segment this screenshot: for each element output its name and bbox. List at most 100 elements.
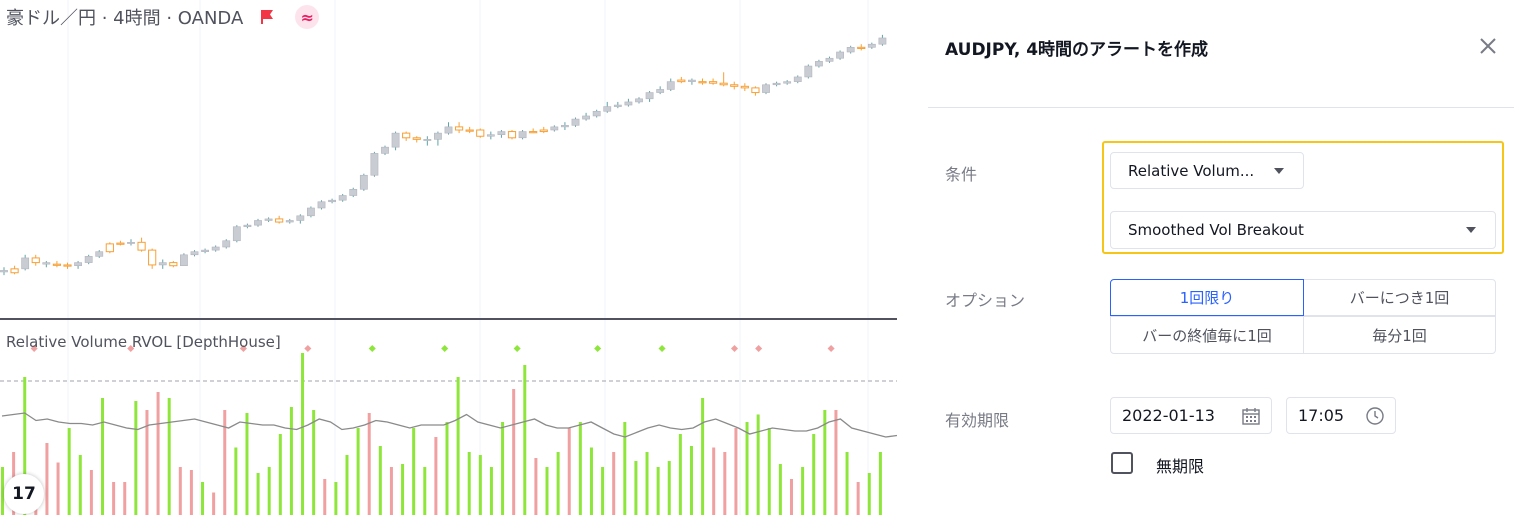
option-once-per-minute[interactable]: 毎分1回 xyxy=(1303,316,1496,354)
volume-bar xyxy=(334,482,338,515)
condition-indicator-value: Relative Volum... xyxy=(1128,161,1255,180)
volume-bar xyxy=(267,467,271,515)
candle-body xyxy=(254,220,262,226)
signal-dot xyxy=(594,344,602,353)
candle-body xyxy=(772,82,781,86)
signal-dot xyxy=(658,344,666,353)
volume-bar xyxy=(845,452,849,515)
volume-bar xyxy=(556,452,560,515)
dialog-title: AUDJPY, 4時間のアラートを作成 xyxy=(945,40,1209,60)
expiration-date-input[interactable] xyxy=(1122,406,1222,425)
volume-bar xyxy=(489,467,493,515)
volume-bar xyxy=(189,470,193,515)
volume-bar xyxy=(389,467,393,515)
candle-body xyxy=(21,257,30,270)
tradingview-logo[interactable]: 17 xyxy=(4,474,44,514)
candle-body xyxy=(158,262,167,266)
candle-body xyxy=(603,106,612,112)
candle-body xyxy=(582,115,590,120)
candle-body xyxy=(539,129,548,133)
condition-indicator-dropdown[interactable]: Relative Volum... xyxy=(1110,152,1304,189)
candle-body xyxy=(232,226,241,242)
volume-bar xyxy=(434,437,438,515)
volume-bar xyxy=(412,428,416,515)
flag-icon[interactable] xyxy=(259,9,275,25)
volume-bar xyxy=(423,467,427,515)
candle-body xyxy=(444,126,453,134)
symbol-legend[interactable]: 豪ドル／円 · 4時間 · OANDA ≈ xyxy=(6,4,320,30)
clock-icon[interactable] xyxy=(1365,406,1385,426)
condition-plot-dropdown[interactable]: Smoothed Vol Breakout xyxy=(1110,211,1496,249)
candle-body xyxy=(31,257,40,264)
volume-bar xyxy=(578,422,582,515)
volume-bar xyxy=(767,428,771,515)
option-once-per-bar-close[interactable]: バーの終値毎に1回 xyxy=(1110,316,1304,354)
no-expiration-checkbox[interactable] xyxy=(1111,452,1133,474)
expiration-time-field[interactable] xyxy=(1286,397,1396,434)
volume-bar xyxy=(467,452,471,515)
candle-body xyxy=(561,125,569,128)
candle-body xyxy=(307,207,315,217)
candle-body xyxy=(10,268,19,274)
volume-bar xyxy=(401,464,405,515)
candle-body xyxy=(550,126,559,131)
close-icon xyxy=(1480,38,1496,54)
chevron-down-icon xyxy=(1274,167,1284,174)
candle-body xyxy=(84,256,93,263)
candle-body xyxy=(878,37,887,45)
volume-bar xyxy=(156,392,160,515)
close-button[interactable] xyxy=(1476,34,1500,58)
volume-bar xyxy=(656,467,660,515)
candle-body xyxy=(137,241,146,251)
chevron-down-icon xyxy=(1466,227,1476,233)
candle-body xyxy=(359,174,368,190)
data-feed-icon[interactable]: ≈ xyxy=(295,5,320,29)
price-chart[interactable] xyxy=(0,0,897,318)
candle-body xyxy=(846,47,855,53)
volume-bar xyxy=(612,452,616,515)
candle-body xyxy=(825,57,834,62)
volume-bar xyxy=(78,455,82,515)
volume-bar xyxy=(834,410,838,515)
volume-bar xyxy=(445,422,449,515)
signal-dot xyxy=(730,344,739,353)
volume-bar xyxy=(623,422,627,515)
candle-body xyxy=(793,76,802,82)
candle-body xyxy=(740,85,749,89)
volume-bar xyxy=(89,470,93,515)
signal-dot xyxy=(441,344,449,353)
options-label: オプション xyxy=(945,291,1026,310)
calendar-icon[interactable] xyxy=(1241,406,1261,426)
candle-body xyxy=(571,118,580,126)
candle-body xyxy=(127,242,135,244)
indicator-legend[interactable]: Relative Volume RVOL [DepthHouse] xyxy=(6,333,281,351)
expiration-date-field[interactable] xyxy=(1110,397,1272,434)
volume-bar xyxy=(178,467,182,515)
chart-area[interactable]: 豪ドル／円 · 4時間 · OANDA ≈ Relative Volume RV… xyxy=(0,0,897,515)
candle-body xyxy=(296,215,305,221)
candle-body xyxy=(688,79,696,82)
volume-bar xyxy=(867,473,871,515)
option-once-only[interactable]: 1回限り xyxy=(1110,279,1304,316)
volume-bar xyxy=(367,413,371,515)
candle-body xyxy=(518,131,527,139)
candle-body xyxy=(116,242,125,245)
candle-body xyxy=(275,218,284,223)
candle-body xyxy=(867,43,876,48)
option-once-per-bar[interactable]: バーにつき1回 xyxy=(1303,279,1496,316)
candle-body xyxy=(381,146,389,154)
candle-body xyxy=(804,65,813,78)
candle-body xyxy=(507,131,517,139)
volume-bar xyxy=(223,410,227,515)
candle-body xyxy=(243,224,252,228)
volume-bar xyxy=(745,422,749,515)
candle-body xyxy=(529,131,538,134)
candle-body xyxy=(708,81,718,84)
expiration-time-input[interactable] xyxy=(1298,406,1358,425)
candle-body xyxy=(222,240,231,248)
signal-dot xyxy=(304,344,312,353)
volume-bar xyxy=(667,461,671,515)
candle-body xyxy=(180,254,188,267)
volume-bar xyxy=(789,479,793,515)
candle-body xyxy=(719,82,728,86)
